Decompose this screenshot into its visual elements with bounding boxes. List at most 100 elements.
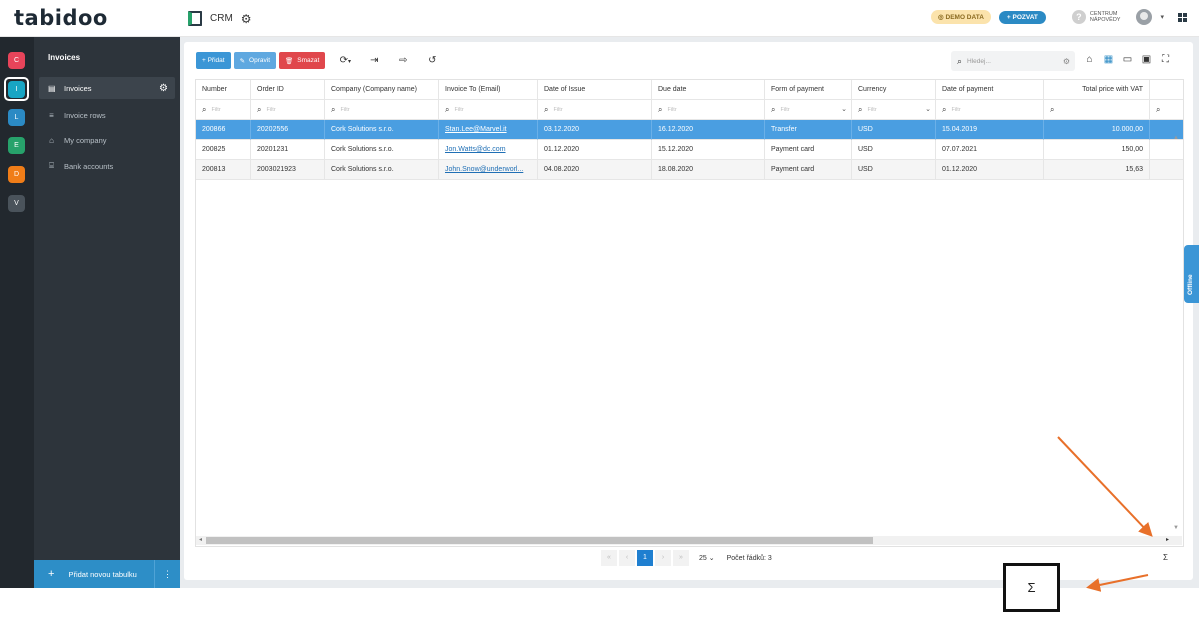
add-button[interactable]: + Přidat [196, 52, 231, 69]
email-link[interactable]: John.Snow@underworl... [445, 166, 523, 173]
row-count: Počet řádků: 3 [726, 554, 772, 562]
history-icon[interactable]: ↺ [423, 52, 441, 69]
column-header[interactable]: Due date [652, 80, 765, 100]
search-icon: ⌕ [544, 104, 549, 114]
search-input[interactable]: ⌕ Hledej... ⚙ [951, 51, 1075, 71]
search-icon: ⌕ [445, 104, 450, 114]
page-size-select[interactable]: 25 ⌄ [699, 554, 715, 562]
app-title[interactable]: CRM [210, 13, 233, 24]
search-icon: ⌕ [771, 104, 776, 114]
chevron-down-icon[interactable]: ⌄ [925, 100, 931, 119]
table-row[interactable]: 200813 2003021923 Cork Solutions s.r.o. Joh… [196, 160, 1183, 180]
table-cell: 150,00 [1044, 140, 1150, 160]
table-cell[interactable]: Jon.Watts@dc.com [439, 140, 538, 160]
table-cell: Cork Solutions s.r.o. [325, 120, 439, 140]
column-header[interactable]: Invoice To (Email) [439, 80, 538, 100]
rail-app-d[interactable]: D [8, 166, 25, 183]
calendar-view-icon[interactable]: ▣ [1141, 54, 1152, 65]
column-header[interactable]: Currency [852, 80, 936, 100]
search-settings-icon[interactable]: ⚙ [1063, 57, 1070, 66]
sidebar-title: Invoices [48, 53, 81, 62]
table-cell[interactable]: Stan.Lee@Marvel.it [439, 120, 538, 140]
scroll-up-arrow[interactable]: ▲ [1173, 135, 1179, 141]
rail-app-e[interactable]: E [8, 137, 25, 154]
tag-icon[interactable]: ⌂ [1084, 54, 1095, 65]
current-page[interactable]: 1 [637, 550, 653, 566]
sum-toggle-button[interactable]: Σ [1163, 553, 1168, 562]
filter-field[interactable]: ⌕ [1044, 100, 1150, 120]
rail-app-l[interactable]: L [8, 109, 25, 126]
sigma-callout: Σ [1003, 563, 1060, 612]
plus-icon: + [48, 568, 55, 580]
refresh-icon[interactable]: ⟳▾ [336, 52, 354, 69]
tabidoo-logo[interactable]: tabidoo [14, 6, 108, 30]
table-row[interactable]: 200866 20202556 Cork Solutions s.r.o. Stan.… [196, 120, 1183, 140]
table-cell: 2003021923 [251, 160, 325, 180]
filter-field[interactable]: ⌕ Filtr [325, 100, 439, 120]
chevron-down-icon: ⌄ [708, 555, 715, 562]
filter-field[interactable]: ⌕ Filtr ⌄ [765, 100, 852, 120]
email-link[interactable]: Stan.Lee@Marvel.it [445, 126, 507, 133]
avatar[interactable] [1136, 9, 1153, 25]
help-center[interactable]: ? CENTRUM NÁPOVĚDY [1071, 10, 1120, 24]
scroll-down-arrow[interactable]: ▼ [1173, 525, 1179, 531]
sidebar-item-invoice-rows[interactable]: ≡ Invoice rows [34, 104, 180, 126]
prev-page-button[interactable]: ‹ [619, 550, 635, 566]
breadcrumb: CRM ⚙ [188, 11, 252, 26]
search-icon: ⌕ [202, 104, 207, 114]
table-cell[interactable]: John.Snow@underworl... [439, 160, 538, 180]
horizontal-scrollbar[interactable]: ◂ ▸ [196, 536, 1182, 545]
scrollbar-thumb[interactable] [206, 537, 873, 544]
filter-field[interactable]: ⌕ [1150, 100, 1183, 120]
next-page-button[interactable]: › [655, 550, 671, 566]
scroll-right-arrow[interactable]: ▸ [1166, 536, 1169, 545]
import-icon[interactable]: ⇥ [365, 52, 383, 69]
filter-field[interactable]: ⌕ Filtr ⌄ [852, 100, 936, 120]
first-page-button[interactable]: « [601, 550, 617, 566]
column-header[interactable]: Date of Issue [538, 80, 652, 100]
filter-placeholder: Filtr [266, 106, 276, 113]
edit-button[interactable]: ✎ Opravit [233, 52, 276, 69]
question-icon: ? [1071, 10, 1086, 24]
add-table-button[interactable]: + Přidat novou tabulku ⋮ [34, 560, 180, 588]
column-header[interactable]: Date of payment [936, 80, 1044, 100]
demo-data-badge[interactable]: ◎ DEMO DATA [931, 10, 991, 24]
grid-view-icon[interactable]: ▦ [1103, 54, 1114, 65]
apps-grid-icon[interactable] [1178, 12, 1187, 22]
filter-field[interactable]: ⌕ Filtr [936, 100, 1044, 120]
filter-field[interactable]: ⌕ Filtr [196, 100, 251, 120]
table-row[interactable]: 200825 20201231 Cork Solutions s.r.o. Jon.W… [196, 140, 1183, 160]
table-cell [1150, 140, 1183, 160]
sidebar-item-my-company[interactable]: ⌂ My company [34, 129, 180, 151]
column-header[interactable]: Form of payment [765, 80, 852, 100]
export-icon[interactable]: ⇨ [394, 52, 412, 69]
column-header[interactable]: Number [196, 80, 251, 100]
table-cell: 15.04.2019 [936, 120, 1044, 140]
rail-app-c[interactable]: C [8, 52, 25, 69]
chevron-down-icon[interactable]: ⌄ [841, 100, 847, 119]
rail-app-i[interactable]: I [8, 81, 25, 98]
gear-icon[interactable]: ⚙ [241, 12, 252, 26]
column-header[interactable]: Order ID [251, 80, 325, 100]
more-vertical-icon[interactable]: ⋮ [154, 560, 180, 588]
filter-field[interactable]: ⌕ Filtr [439, 100, 538, 120]
sidebar-item-bank-accounts[interactable]: ⌸ Bank accounts [34, 155, 180, 177]
filter-field[interactable]: ⌕ Filtr [538, 100, 652, 120]
column-header [1150, 80, 1183, 100]
chevron-down-icon[interactable]: ▾ [1160, 13, 1164, 21]
gear-icon[interactable]: ⚙ [159, 83, 168, 94]
card-view-icon[interactable]: ▭ [1122, 54, 1133, 65]
filter-field[interactable]: ⌕ Filtr [652, 100, 765, 120]
column-header[interactable]: Company (Company name) [325, 80, 439, 100]
delete-button[interactable]: 🗑 Smazat [279, 52, 326, 69]
fullscreen-icon[interactable]: ⛶ [1160, 54, 1171, 65]
last-page-button[interactable]: » [673, 550, 689, 566]
offline-tab[interactable]: Offline [1184, 245, 1199, 303]
email-link[interactable]: Jon.Watts@dc.com [445, 146, 506, 153]
filter-field[interactable]: ⌕ Filtr [251, 100, 325, 120]
sidebar-item-invoices[interactable]: ▤ Invoices ⚙ [39, 77, 175, 99]
scroll-left-arrow[interactable]: ◂ [199, 536, 202, 545]
rail-app-v[interactable]: V [8, 195, 25, 212]
invite-button[interactable]: + POZVAT [998, 10, 1046, 24]
column-header[interactable]: Total price with VAT [1044, 80, 1150, 100]
